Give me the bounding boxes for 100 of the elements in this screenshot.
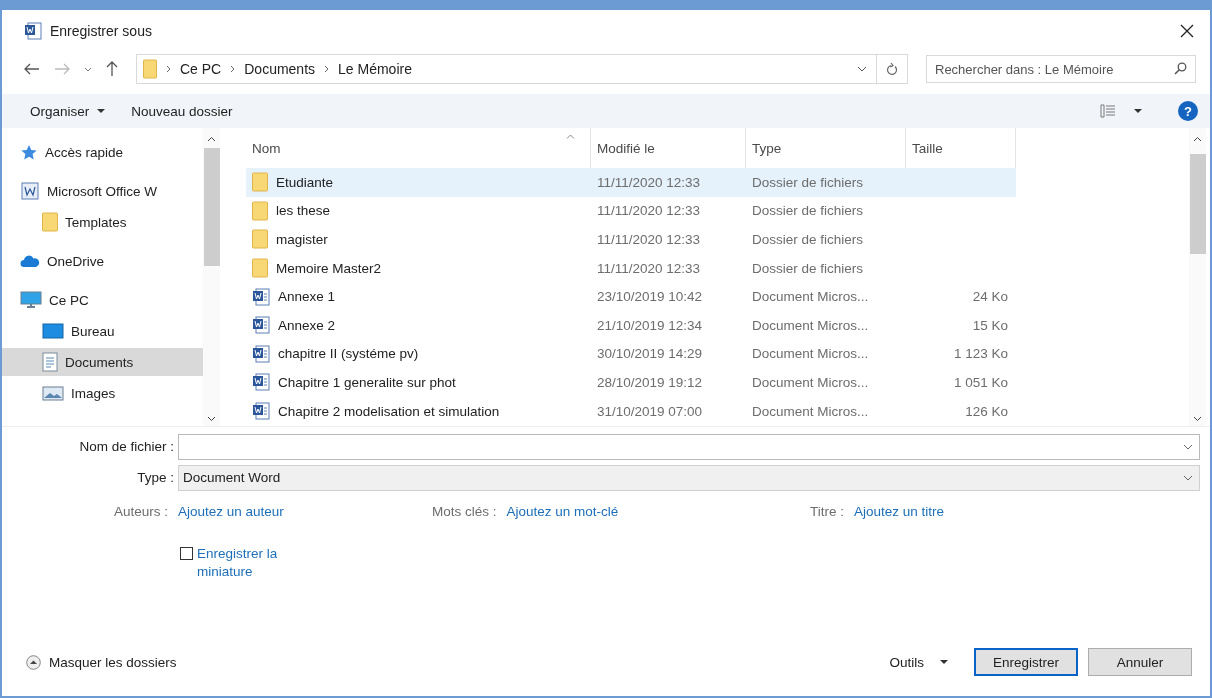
file-name: Etudiante: [276, 174, 334, 190]
sidebar-item[interactable]: Ce PC: [2, 286, 203, 314]
metadata-link[interactable]: Ajoutez un mot-clé: [506, 503, 619, 519]
word-document-icon: [252, 287, 270, 306]
caret-icon: [940, 660, 948, 664]
field-label: Type :: [136, 470, 175, 485]
sidebar-item[interactable]: Microsoft Office W: [2, 177, 203, 205]
chevron-down-icon[interactable]: [857, 66, 867, 72]
metadata-link[interactable]: Ajoutez un auteur: [178, 503, 284, 519]
table-cell-text: 11/11/2020 12:33: [596, 232, 702, 247]
sidebar-item[interactable]: Bureau: [2, 317, 203, 345]
table-cell-text: 31/10/2019 07:00: [596, 403, 704, 419]
sort-caret-icon: [566, 134, 575, 139]
file-row[interactable]: Etudiante 11/11/2020 12:33 Dossier de fichiers: [246, 168, 1016, 197]
chevron-right-icon: [324, 65, 330, 73]
file-name: les these: [276, 203, 331, 219]
table-cell-text: 28/10/2019 19:12: [596, 374, 704, 390]
collapse-icon: [26, 654, 41, 670]
table-cell-text: 11/11/2020 12:33: [596, 174, 702, 190]
scrollbar[interactable]: [203, 128, 220, 426]
computer-icon: [20, 291, 42, 309]
sidebar-item[interactable]: Images: [2, 379, 203, 407]
breadcrumb-item[interactable]: Documents: [244, 61, 316, 77]
sidebar-item[interactable]: Accès rapide: [2, 138, 203, 166]
file-row[interactable]: Annexe 2 21/10/2019 12:34 Document Micros... 15 Ko: [246, 310, 1016, 340]
hide-folders-button[interactable]: Masquer les dossiers: [24, 652, 179, 672]
file-name: Annexe 2: [278, 317, 336, 333]
table-cell-text: 11/11/2020 12:33: [596, 203, 702, 219]
table-cell-text: Document Micros...: [751, 374, 870, 390]
new-folder-button[interactable]: Nouveau dossier: [123, 99, 241, 123]
sidebar-item[interactable]: OneDrive: [2, 247, 203, 275]
caret-icon: [97, 109, 106, 113]
file-row[interactable]: Chapitre 1 generalite sur phot 28/10/2019 19:12 Document Micros... 1 051 Ko: [246, 368, 1016, 397]
address-bar[interactable]: Ce PC Documents Le Mémoire: [136, 54, 908, 84]
refresh-icon[interactable]: [886, 62, 898, 76]
caret-icon[interactable]: [1134, 109, 1142, 113]
folder-icon: [252, 229, 268, 250]
folder-icon: [42, 212, 58, 232]
checkbox-label[interactable]: Enregistrer la miniature: [197, 545, 309, 581]
file-name: chapitre II (systéme pv): [278, 346, 419, 362]
table-cell-text: 23/10/2019 10:42: [596, 289, 704, 305]
table-cell-text: Document Micros...: [751, 317, 870, 333]
table-cell-text: 11/11/2020 12:33: [596, 260, 702, 276]
file-row[interactable]: magister 11/11/2020 12:33 Dossier de fichiers: [246, 225, 1016, 254]
sidebar-item[interactable]: Documents: [2, 348, 203, 376]
cloud-icon: [20, 254, 40, 268]
up-arrow-icon[interactable]: [106, 61, 118, 77]
breadcrumb-item[interactable]: Ce PC: [180, 61, 222, 77]
file-row[interactable]: Annexe 1 23/10/2019 10:42 Document Micros... 24 Ko: [246, 282, 1016, 311]
chevron-down-icon[interactable]: [84, 66, 92, 72]
search-field[interactable]: Rechercher dans : Le Mémoire: [926, 55, 1196, 83]
file-row[interactable]: Chapitre 2 modelisation et simulation 31/10/2019 07:00 Document Micros... 126 Ko: [246, 396, 1016, 426]
help-button[interactable]: ?: [1178, 101, 1198, 121]
metadata-label: Titre :: [810, 503, 844, 519]
image-icon: [42, 385, 64, 401]
metadata-label: Auteurs :: [114, 503, 169, 519]
checkbox[interactable]: [180, 547, 193, 560]
back-arrow-icon[interactable]: [24, 63, 40, 75]
word-document-icon: [252, 316, 270, 335]
folder-icon: [252, 200, 268, 221]
file-name: magister: [276, 232, 328, 247]
scroll-down-icon[interactable]: [207, 416, 216, 422]
close-icon[interactable]: [1180, 24, 1194, 38]
folder-icon: [252, 258, 268, 279]
metadata-link[interactable]: Ajoutez un titre: [854, 503, 945, 519]
type-dropdown[interactable]: Document Word: [178, 464, 1200, 491]
scrollbar[interactable]: [1189, 128, 1206, 426]
file-name: Chapitre 2 modelisation et simulation: [278, 403, 500, 419]
sidebar-item[interactable]: Templates: [2, 208, 203, 236]
file-row[interactable]: chapitre II (systéme pv) 30/10/2019 14:29 Document Micros... 1 123 Ko: [246, 339, 1016, 369]
window-title: Enregistrer sous: [50, 23, 152, 39]
field-label: Nom de fichier :: [78, 439, 175, 454]
word-document-icon: [252, 402, 270, 421]
file-row[interactable]: les these 11/11/2020 12:33 Dossier de fichiers: [246, 196, 1016, 226]
cancel-button[interactable]: Annuler: [1088, 648, 1192, 676]
star-icon: [20, 143, 38, 161]
chevron-down-icon: [1183, 474, 1193, 481]
metadata-label: Mots clés :: [432, 503, 497, 519]
breadcrumb-item[interactable]: Le Mémoire: [338, 61, 412, 77]
table-cell-text: 126 Ko: [964, 403, 1009, 419]
scroll-down-icon[interactable]: [1193, 416, 1202, 422]
table-cell-text: 1 123 Ko: [952, 346, 1009, 362]
table-cell-text: 21/10/2019 12:34: [596, 317, 704, 333]
scroll-up-icon[interactable]: [1193, 136, 1202, 142]
table-cell-text: Dossier de fichiers: [751, 174, 865, 190]
file-name-field[interactable]: [178, 433, 1200, 460]
tools-button[interactable]: Outils: [887, 652, 950, 672]
table-cell-text: Document Micros...: [751, 403, 870, 419]
table-cell-text: Document Micros...: [751, 346, 870, 362]
scroll-up-icon[interactable]: [207, 136, 216, 142]
document-icon: [42, 352, 58, 372]
save-button[interactable]: Enregistrer: [974, 648, 1078, 676]
file-name: Annexe 1: [278, 289, 336, 305]
table-cell-text: Dossier de fichiers: [751, 232, 865, 247]
table-cell-text: 15 Ko: [971, 317, 1009, 333]
folder-icon: [143, 59, 157, 79]
table-cell-text: Dossier de fichiers: [751, 260, 865, 276]
table-cell-text: 1 051 Ko: [952, 374, 1009, 390]
organize-button[interactable]: Organiser: [22, 99, 114, 123]
file-row[interactable]: Memoire Master2 11/11/2020 12:33 Dossier de fichiers: [246, 253, 1016, 283]
